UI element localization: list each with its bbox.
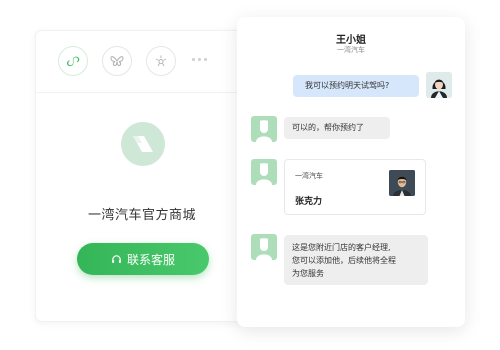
man-avatar-icon — [389, 170, 415, 196]
user-avatar — [426, 72, 452, 98]
tab-miniprogram[interactable] — [58, 46, 88, 76]
contact-card-company: 一湾汽车 — [295, 172, 323, 180]
more-icon[interactable] — [192, 58, 207, 61]
headset-icon — [112, 254, 121, 263]
message-text: 可以的，帮你预约了 — [292, 123, 364, 132]
tab-butterfly[interactable] — [102, 46, 132, 76]
contact-service-label: 联系客服 — [126, 252, 175, 267]
channel-tab-row — [36, 31, 248, 93]
chat-contact-company: 一湾汽车 — [337, 46, 365, 54]
agent-avatar-icon — [256, 120, 272, 142]
agent-avatar-icon — [256, 238, 272, 260]
agent-avatar — [251, 116, 277, 142]
agent-avatar-icon — [256, 163, 272, 185]
app-stage: 一湾汽车官方商城 联系客服 王小姐 一湾汽车 我可以预约明天试驾吗? 可以的，帮… — [0, 0, 500, 350]
agent-avatar — [251, 159, 277, 185]
contact-card-message[interactable]: 一湾汽车 张克力 — [284, 159, 426, 215]
message-line: 为您服务 — [292, 269, 324, 278]
chat-window: 王小姐 一湾汽车 我可以预约明天试驾吗? 可以的，帮你预约了 一湾汽车 张克力 … — [237, 17, 465, 327]
message-text: 我可以预约明天试驾吗? — [305, 81, 390, 90]
store-logo — [121, 122, 165, 166]
sparkle-icon — [155, 55, 167, 67]
contact-card-name: 张克力 — [295, 197, 323, 207]
store-name: 一湾汽车官方商城 — [87, 208, 196, 223]
butterfly-icon — [110, 56, 124, 67]
message-line: 这是您附近门店的客户经理, — [292, 243, 391, 252]
chat-contact-name: 王小姐 — [336, 35, 366, 46]
message-bubble-outgoing: 我可以预约明天试驾吗? — [293, 75, 419, 97]
message-bubble-incoming: 可以的，帮你预约了 — [284, 117, 390, 139]
agent-avatar — [251, 234, 277, 260]
manager-photo — [389, 170, 415, 196]
store-logo-icon — [133, 136, 153, 152]
message-line: 您可以添加他，后续他将全程 — [292, 256, 396, 265]
woman-avatar-icon — [426, 72, 452, 98]
contact-service-button[interactable]: 联系客服 — [77, 243, 209, 275]
message-bubble-incoming: 这是您附近门店的客户经理, 您可以添加他，后续他将全程 为您服务 — [284, 235, 428, 285]
tab-sparkle[interactable] — [146, 46, 176, 76]
miniprogram-icon — [67, 56, 80, 67]
mini-program-card: 一湾汽车官方商城 联系客服 — [35, 30, 249, 322]
